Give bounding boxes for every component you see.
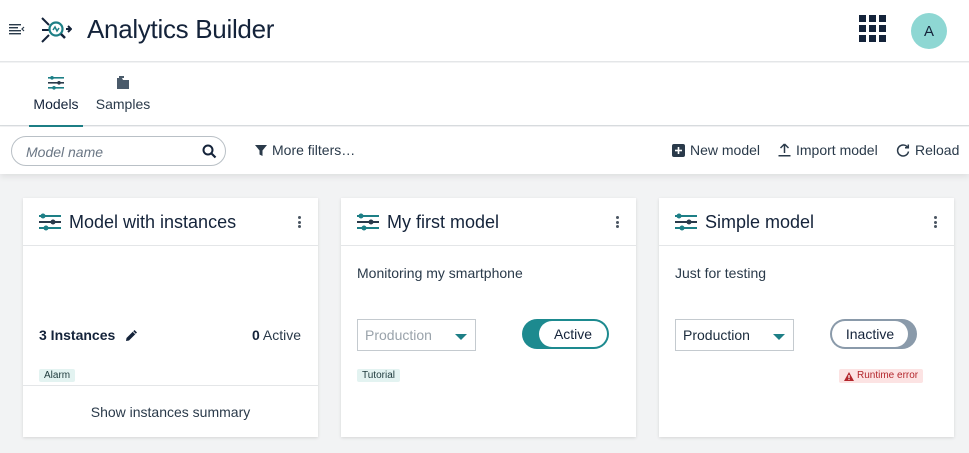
instances-count: 3 Instances [39, 327, 139, 343]
reload-label: Reload [915, 142, 960, 158]
menu-toggle-icon[interactable] [8, 20, 26, 38]
card-header: My first model [341, 198, 636, 246]
card-more-options-icon[interactable] [612, 214, 622, 230]
search-box [11, 136, 226, 166]
search-icon[interactable] [202, 144, 217, 159]
tag-badge: Tutorial [357, 369, 400, 382]
folder-icon [117, 76, 129, 89]
card-title: Model with instances [69, 212, 237, 232]
card-header: Simple model [659, 198, 954, 246]
more-filters-label: More filters… [272, 142, 356, 158]
mode-select[interactable]: Production [675, 319, 794, 351]
tab-samples-label: Samples [95, 96, 151, 112]
chevron-down-icon [455, 334, 467, 340]
mode-select-value: Production [683, 327, 750, 343]
mode-select[interactable]: Production [357, 319, 476, 351]
new-model-button[interactable]: New model [672, 140, 760, 160]
app-title: Analytics Builder [87, 14, 275, 44]
runtime-error-badge[interactable]: Runtime error [839, 369, 924, 383]
active-count: 0 Active [252, 327, 301, 343]
model-state-toggle[interactable]: Inactive [830, 319, 917, 349]
model-card[interactable]: My first model Monitoring my smartphone … [341, 198, 636, 437]
model-icon [39, 213, 61, 231]
import-model-button[interactable]: Import model [778, 140, 878, 160]
model-icon [675, 213, 697, 231]
model-name-search-input[interactable] [26, 142, 196, 162]
card-more-options-icon[interactable] [930, 214, 940, 230]
card-title: Simple model [705, 212, 815, 232]
active-count-number: 0 [251, 327, 260, 343]
analytics-logo-icon [41, 17, 72, 43]
card-description: Monitoring my smartphone [357, 265, 523, 281]
tab-bar: Models Samples [0, 63, 969, 127]
pencil-icon[interactable] [124, 328, 139, 343]
warning-icon [844, 371, 854, 381]
chevron-down-icon [773, 334, 785, 340]
tab-models[interactable]: Models [29, 63, 83, 127]
app-header: Analytics Builder A [0, 0, 969, 62]
card-title: My first model [387, 212, 500, 232]
model-icon [357, 213, 379, 231]
card-more-options-icon[interactable] [294, 214, 304, 230]
more-filters-button[interactable]: More filters… [255, 140, 355, 160]
app-switcher-grid-icon[interactable] [859, 15, 887, 43]
refresh-icon [896, 144, 910, 157]
runtime-error-label: Runtime error [857, 370, 919, 381]
mode-select-value: Production [365, 327, 432, 343]
show-instances-summary-button[interactable]: Show instances summary [23, 385, 318, 437]
user-avatar[interactable]: A [911, 13, 947, 49]
tab-samples[interactable]: Samples [93, 63, 153, 126]
model-card[interactable]: Model with instances 3 Instances 0 Activ… [23, 198, 318, 437]
tag-badge: Alarm [39, 369, 76, 382]
tab-models-label: Models [33, 96, 79, 112]
card-header: Model with instances [23, 198, 318, 246]
upload-icon [778, 143, 791, 157]
toggle-state-label: Inactive [832, 321, 908, 347]
filter-icon [255, 144, 267, 156]
import-model-label: Import model [796, 142, 878, 158]
instances-label: 3 Instances [39, 327, 116, 343]
active-count-label: Active [262, 327, 301, 343]
models-icon [48, 76, 64, 90]
toggle-state-label: Active [539, 321, 607, 347]
model-card[interactable]: Simple model Just for testing Production… [659, 198, 954, 437]
action-toolbar: More filters… New model Import model Rel… [0, 127, 969, 174]
model-state-toggle[interactable]: Active [522, 319, 609, 349]
plus-square-icon [672, 143, 685, 157]
card-description: Just for testing [675, 265, 767, 281]
new-model-label: New model [690, 142, 761, 158]
reload-button[interactable]: Reload [896, 140, 959, 160]
